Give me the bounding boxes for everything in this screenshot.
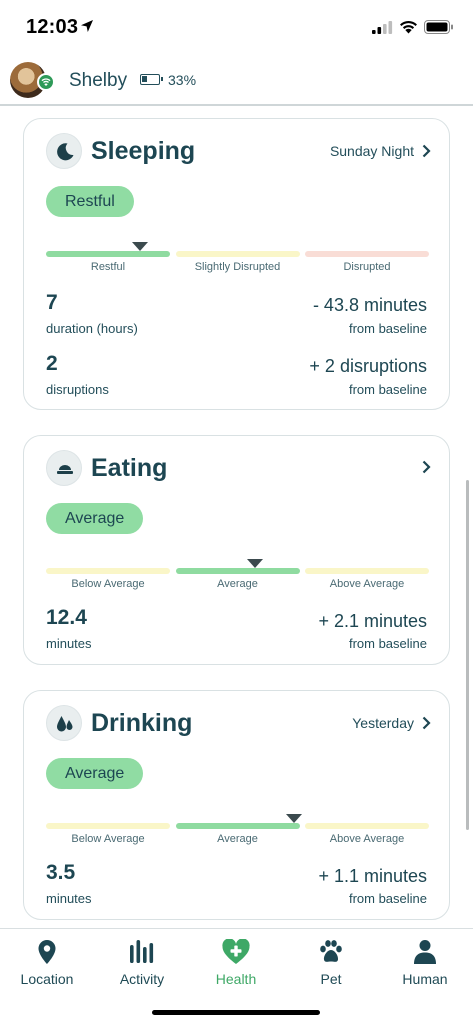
metric-value: 3.5 <box>46 861 76 884</box>
drinking-period-link[interactable]: Yesterday <box>352 715 431 731</box>
tab-pet[interactable]: Pet <box>291 939 371 987</box>
tab-label: Human <box>402 971 448 987</box>
eating-detail-link[interactable] <box>414 460 431 474</box>
wifi-badge-icon <box>41 78 51 86</box>
scale-label: Disrupted <box>343 261 391 273</box>
period-label: Sunday Night <box>329 143 414 159</box>
metric-difference: + 2 disruptions <box>309 356 427 376</box>
chevron-right-icon <box>422 716 431 730</box>
tab-bar: Location Activity Health Pet Human <box>0 928 473 1024</box>
scale-segment <box>175 823 300 829</box>
scale-label: Above Average <box>329 578 405 590</box>
status-badge: Average <box>46 503 144 534</box>
metric-difference: + 2.1 minutes <box>318 611 427 631</box>
metric-baseline: from baseline <box>348 382 427 397</box>
scale-segment <box>46 251 170 257</box>
metric-unit: disruptions <box>46 382 109 397</box>
scale-marker <box>286 814 303 823</box>
chevron-right-icon <box>422 460 431 474</box>
metric-baseline: from baseline <box>348 321 427 336</box>
status-badge: Restful <box>46 186 134 217</box>
scale-label: Average <box>217 578 258 590</box>
scale-segment <box>175 568 300 574</box>
wifi-icon <box>400 20 417 34</box>
scale-marker <box>131 242 148 251</box>
status-time: 12:03 <box>26 16 79 38</box>
tab-location[interactable]: Location <box>7 939 87 987</box>
paw-icon <box>320 940 342 962</box>
metric-baseline: from baseline <box>348 636 427 651</box>
sleeping-period-link[interactable]: Sunday Night <box>330 143 431 159</box>
moon-icon <box>57 143 74 161</box>
person-icon <box>414 940 436 964</box>
eating-card[interactable]: Eating Average Below Average Average Above… <box>23 435 450 665</box>
status-scale: Restful Slightly Disrupted Disrupted <box>46 242 429 275</box>
tab-label: Pet <box>320 971 342 987</box>
collar-battery-icon <box>140 74 163 85</box>
scale-label: Restful <box>90 261 126 273</box>
period-label: Yesterday <box>352 715 414 731</box>
metric-difference: - 43.8 minutes <box>312 295 427 315</box>
scale-segment <box>175 251 300 257</box>
cellular-signal-icon <box>372 21 393 34</box>
connected-badge <box>37 73 55 91</box>
scale-label: Slightly Disrupted <box>194 261 281 273</box>
eating-icon-circle <box>46 450 82 486</box>
collar-battery-level <box>142 76 147 82</box>
card-title: Drinking <box>91 709 193 737</box>
home-indicator[interactable] <box>152 1010 320 1015</box>
scale-marker <box>246 559 263 568</box>
metric-value: 7 <box>46 291 58 314</box>
scale-label: Average <box>217 833 258 845</box>
card-title: Eating <box>91 454 168 482</box>
health-content[interactable]: Sleeping Sunday Night Restful Restful Sli… <box>0 106 473 928</box>
pet-header[interactable]: Shelby 33% <box>0 56 473 106</box>
chevron-right-icon <box>422 144 431 158</box>
metric-unit: minutes <box>46 891 92 906</box>
metric-difference: + 1.1 minutes <box>318 866 427 886</box>
scale-label: Above Average <box>329 833 405 845</box>
metric-baseline: from baseline <box>348 891 427 906</box>
status-badge: Average <box>46 758 144 789</box>
scale-segment <box>46 568 170 574</box>
water-drops-icon <box>57 716 73 732</box>
tab-health[interactable]: Health <box>196 939 276 987</box>
status-scale: Below Average Average Above Average <box>46 559 429 592</box>
tab-activity[interactable]: Activity <box>102 939 182 987</box>
pet-name: Shelby <box>69 70 128 91</box>
drinking-icon-circle <box>46 705 82 741</box>
status-scale: Below Average Average Above Average <box>46 814 429 847</box>
location-pin-icon <box>38 940 56 964</box>
collar-battery-percent: 33% <box>168 72 197 88</box>
tab-human[interactable]: Human <box>385 939 465 987</box>
sleeping-card[interactable]: Sleeping Sunday Night Restful Restful Sli… <box>23 118 450 410</box>
metric-value: 12.4 <box>46 606 87 629</box>
scale-segment <box>305 823 429 829</box>
scale-segment <box>305 251 429 257</box>
tab-label: Activity <box>119 971 165 987</box>
location-arrow-icon <box>81 20 93 32</box>
status-bar: 12:03 <box>0 0 473 56</box>
scale-segment <box>305 568 429 574</box>
tab-label: Health <box>215 971 257 987</box>
scrollbar[interactable] <box>466 480 469 830</box>
metric-unit: duration (hours) <box>46 321 138 336</box>
tab-label: Location <box>20 971 74 987</box>
scale-label: Below Average <box>71 833 145 845</box>
health-heart-icon <box>222 939 250 964</box>
scale-segment <box>46 823 170 829</box>
drinking-card[interactable]: Drinking Yesterday Average Below Average… <box>23 690 450 920</box>
metric-unit: minutes <box>46 636 92 651</box>
sleep-icon-circle <box>46 133 82 169</box>
card-title: Sleeping <box>91 137 196 165</box>
battery-icon <box>424 20 453 34</box>
metric-value: 2 <box>46 352 58 375</box>
activity-bars-icon <box>130 940 154 963</box>
food-bowl-icon <box>57 465 73 474</box>
scale-label: Below Average <box>71 578 145 590</box>
